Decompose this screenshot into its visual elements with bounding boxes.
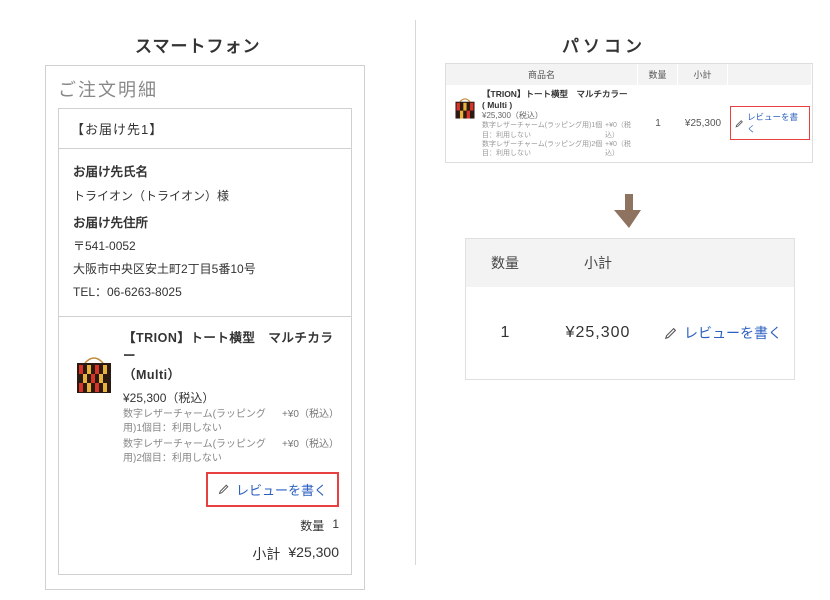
recipient-tel: TEL：06-6263-8025 [73,281,337,304]
option-row: 数字レザーチャーム(ラッピング用)2個目：利用しない+¥0（税込） [482,140,634,158]
write-review-button[interactable]: レビューを書く [206,472,339,507]
destination-info: お届け先氏名 トライオン（トライオン）様 お届け先住所 〒541-0052 大阪… [59,149,351,317]
column-title-pc: パソコン [562,32,646,57]
product-price: ¥25,300（税込） [482,111,634,121]
write-review-label: レビューを書く [684,323,782,343]
subtotal-cell: ¥25,300 [678,118,728,129]
panel-title: ご注文明細 [58,76,352,102]
divider [415,20,416,565]
arrow-down-icon [614,194,644,228]
recipient-zip: 〒541-0052 [73,235,337,258]
subtotal-line: 小計¥25,300 [123,544,339,564]
pencil-icon [218,483,230,495]
option-row: 数字レザーチャーム(ラッピング用)2個目：利用しない+¥0（税込） [123,438,339,466]
recipient-name-label: お届け先氏名 [73,161,337,185]
qty-cell: 1 [638,118,678,129]
product-price: ¥25,300（税込） [123,389,339,406]
pencil-icon [664,326,678,340]
pc-order-table: 商品名 数量 小計 【TRION】トート横型 マルチカラー ( Multi ) … [445,63,813,163]
recipient-addr: 大阪市中央区安土町2丁目5番10号 [73,258,337,281]
table-header: 商品名 数量 小計 [446,64,812,85]
table-header: 数量 小計 [466,239,794,287]
smartphone-panel: ご注文明細 【お届け先1】 お届け先氏名 トライオン（トライオン）様 お届け先住… [45,65,365,590]
pencil-icon [735,119,744,128]
product-section: 【TRION】トート横型 マルチカラー （Multi） ¥25,300（税込） … [59,317,351,574]
write-review-button[interactable]: レビューを書く [652,287,794,379]
option-row: 数字レザーチャーム(ラッピング用)1個目：利用しない+¥0（税込） [482,121,634,139]
write-review-label: レビューを書く [236,480,327,499]
recipient-addr-label: お届け先住所 [73,212,337,236]
product-color: （Multi） [123,366,339,385]
column-title-smartphone: スマートフォン [135,32,261,57]
product-color: ( Multi ) [482,100,634,111]
product-name: 【TRION】トート横型 マルチカラー [123,329,339,367]
qty-cell: 1 [466,288,544,378]
pc-order-detail: 数量 小計 1 ¥25,300 レビューを書く [465,238,795,380]
recipient-name-value: トライオン（トライオン）様 [73,185,337,208]
product-image [71,351,117,564]
table-row: 【TRION】トート横型 マルチカラー ( Multi ) ¥25,300（税込… [446,85,812,162]
option-row: 数字レザーチャーム(ラッピング用)1個目：利用しない+¥0（税込） [123,408,339,436]
product-name: 【TRION】トート横型 マルチカラー [482,89,634,100]
product-image [452,95,478,158]
qty-line: 数量1 [123,517,339,534]
destination-header: 【お届け先1】 [59,109,351,149]
write-review-label: レビューを書く [747,111,805,135]
write-review-button[interactable]: レビューを書く [730,106,810,140]
order-box: 【お届け先1】 お届け先氏名 トライオン（トライオン）様 お届け先住所 〒541… [58,108,352,575]
subtotal-cell: ¥25,300 [544,288,652,378]
table-row: 1 ¥25,300 レビューを書く [466,287,794,379]
